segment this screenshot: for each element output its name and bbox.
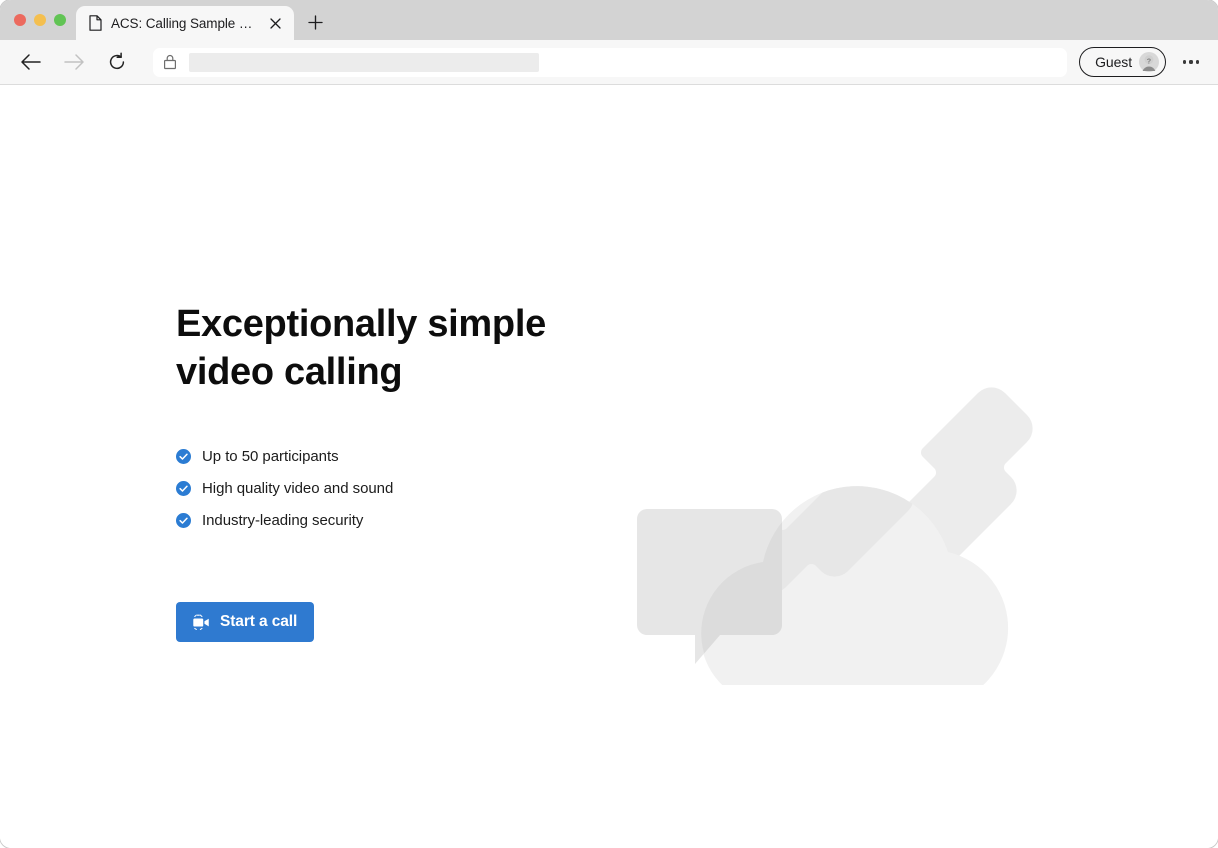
menu-dot xyxy=(1195,60,1199,64)
menu-dot xyxy=(1183,60,1187,64)
tab-close-button[interactable] xyxy=(266,14,284,32)
new-tab-button[interactable] xyxy=(301,8,329,36)
check-circle-icon xyxy=(176,513,191,528)
feature-list: Up to 50 participants High quality video… xyxy=(176,448,596,529)
start-call-button[interactable]: Start a call xyxy=(176,602,315,642)
feature-label: High quality video and sound xyxy=(202,480,394,497)
svg-text:?: ? xyxy=(1147,56,1151,65)
minimize-window-button[interactable] xyxy=(34,14,46,26)
address-bar[interactable] xyxy=(153,47,1068,77)
start-call-label: Start a call xyxy=(220,613,298,630)
check-circle-icon xyxy=(176,449,191,464)
cloud-phone-chat-illustration xyxy=(615,375,1065,685)
reload-icon xyxy=(109,52,125,70)
browser-tab-active[interactable]: ACS: Calling Sample app xyxy=(76,6,294,40)
page-content: Exceptionally simple video calling Up to… xyxy=(0,85,1218,848)
list-item: Industry-leading security xyxy=(176,512,596,529)
hero-section: Exceptionally simple video calling Up to… xyxy=(176,300,596,642)
check-circle-icon xyxy=(176,481,191,496)
video-camera-icon xyxy=(193,614,209,630)
menu-dot xyxy=(1189,60,1193,64)
browser-menu-button[interactable] xyxy=(1176,47,1206,77)
url-redaction-bar xyxy=(189,52,539,72)
back-button[interactable] xyxy=(14,46,46,78)
plus-icon xyxy=(307,14,323,30)
profile-button[interactable]: Guest ? xyxy=(1079,47,1166,77)
arrow-left-icon xyxy=(20,54,41,70)
forward-button[interactable] xyxy=(58,46,90,78)
tab-title: ACS: Calling Sample app xyxy=(111,15,257,31)
window-controls xyxy=(0,0,76,40)
profile-label: Guest xyxy=(1095,54,1132,70)
feature-label: Industry-leading security xyxy=(202,512,364,529)
page-icon xyxy=(89,15,102,31)
arrow-right-icon xyxy=(63,54,84,70)
close-icon xyxy=(269,17,281,29)
feature-label: Up to 50 participants xyxy=(202,448,339,465)
tab-strip: ACS: Calling Sample app xyxy=(0,0,1218,40)
browser-toolbar: Guest ? xyxy=(0,40,1218,85)
reload-button[interactable] xyxy=(101,46,133,78)
close-window-button[interactable] xyxy=(14,14,26,26)
list-item: High quality video and sound xyxy=(176,480,596,497)
zoom-window-button[interactable] xyxy=(54,14,66,26)
browser-window: ACS: Calling Sample app Guest ? Exceptio… xyxy=(0,0,1218,848)
guest-avatar-icon: ? xyxy=(1139,52,1159,72)
list-item: Up to 50 participants xyxy=(176,448,596,465)
lock-icon xyxy=(164,54,177,70)
page-title: Exceptionally simple video calling xyxy=(176,303,546,393)
illustration-svg xyxy=(637,387,1033,685)
